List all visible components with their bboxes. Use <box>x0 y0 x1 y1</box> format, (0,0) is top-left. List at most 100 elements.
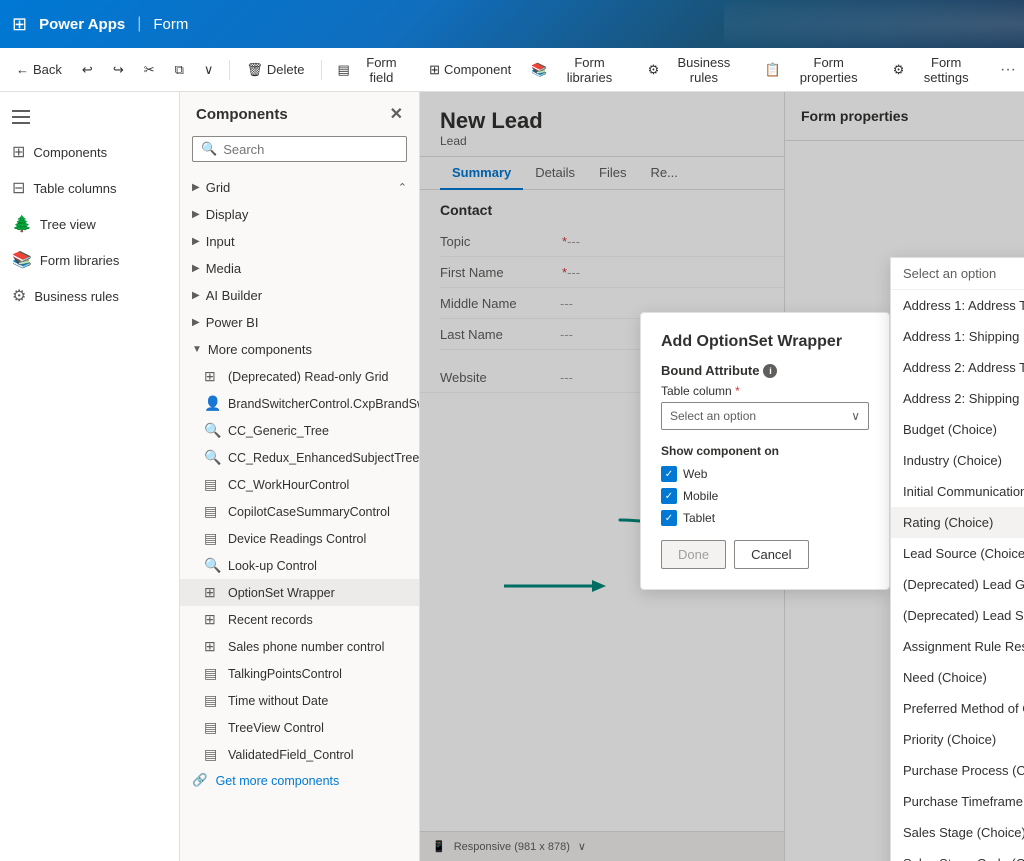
form-libraries-button[interactable]: 📚 Form libraries <box>523 51 635 89</box>
info-icon[interactable]: i <box>763 364 777 378</box>
treeview-icon: ▤ <box>204 719 220 736</box>
group-input[interactable]: ▶ Input <box>180 228 419 255</box>
chevron-down-icon: ▼ <box>192 344 202 355</box>
delete-button[interactable]: 🗑 Delete <box>238 58 312 82</box>
canvas-area: New Lead Lead Summary Details Files Re..… <box>420 92 1024 861</box>
dropdown-item-5[interactable]: Industry (Choice) <box>891 445 1024 476</box>
components-list: ▶ Grid ⌃ ▶ Display ▶ Input ▶ Media ▶ <box>180 170 419 861</box>
undo-button[interactable]: ↩ <box>74 58 101 82</box>
comp-item-talking-points[interactable]: ▤ TalkingPointsControl <box>180 660 419 687</box>
hamburger-menu[interactable] <box>0 100 179 134</box>
checkbox-tablet[interactable]: ✓ Tablet <box>661 510 869 526</box>
dropdown-item-18[interactable]: Sales Stage Code (Choice) <box>891 848 1024 861</box>
dropdown-item-9[interactable]: (Deprecated) Lead Grade (Choice) <box>891 569 1024 600</box>
form-settings-button[interactable]: ⚙ Form settings <box>885 51 992 89</box>
form-field-button[interactable]: ▤ Form field <box>329 51 417 89</box>
dropdown-header: Select an option <box>891 258 1024 290</box>
comp-item-copilot[interactable]: ▤ CopilotCaseSummaryControl <box>180 498 419 525</box>
dropdown-item-1[interactable]: Address 1: Shipping Method (Choice) <box>891 321 1024 352</box>
group-grid[interactable]: ▶ Grid ⌃ <box>180 174 419 201</box>
sidebar-item-components[interactable]: ⊞ Components <box>0 134 179 170</box>
dropdown-item-8[interactable]: Lead Source (Choice) <box>891 538 1024 569</box>
web-checkbox[interactable]: ✓ <box>661 466 677 482</box>
comp-item-optionset-wrapper[interactable]: ⊞ OptionSet Wrapper <box>180 579 419 606</box>
comp-item-validated-field[interactable]: ▤ ValidatedField_Control <box>180 741 419 768</box>
group-more-components[interactable]: ▼ More components <box>180 336 419 363</box>
modal-footer: Done Cancel <box>661 540 869 569</box>
dropdown-item-15[interactable]: Purchase Process (Choice) <box>891 755 1024 786</box>
cancel-button[interactable]: Cancel <box>734 540 808 569</box>
waffle-icon[interactable]: ⊞ <box>12 14 27 35</box>
comp-item-workhour[interactable]: ▤ CC_WorkHourControl <box>180 471 419 498</box>
group-power-bi[interactable]: ▶ Power BI <box>180 309 419 336</box>
dropdown-item-2[interactable]: Address 2: Address Type (Choice) <box>891 352 1024 383</box>
dropdown-item-3[interactable]: Address 2: Shipping Method (Choice) <box>891 383 1024 414</box>
panel-close-button[interactable]: ✕ <box>390 104 403 124</box>
comp-item-time-without-date[interactable]: ▤ Time without Date <box>180 687 419 714</box>
components-icon: ⊞ <box>12 142 25 162</box>
business-rules-button[interactable]: ⚙ Business rules <box>640 51 753 89</box>
comp-item-device-readings[interactable]: ▤ Device Readings Control <box>180 525 419 552</box>
sidebar-item-business-rules[interactable]: ⚙ Business rules <box>0 278 179 314</box>
comp-item-cc-redux[interactable]: 🔍 CC_Redux_EnhancedSubjectTreeVie... <box>180 444 419 471</box>
comp-item-recent-records[interactable]: ⊞ Recent records <box>180 606 419 633</box>
back-button[interactable]: ← Back <box>8 58 70 81</box>
group-ai-builder[interactable]: ▶ AI Builder <box>180 282 419 309</box>
lookup-icon: 🔍 <box>204 557 220 574</box>
search-box: 🔍 <box>192 136 407 162</box>
component-button[interactable]: ⊞ Component <box>421 58 519 82</box>
checkbox-web[interactable]: ✓ Web <box>661 466 869 482</box>
modal-title: Add OptionSet Wrapper <box>661 333 869 351</box>
chevron-right-icon-4: ▶ <box>192 263 200 274</box>
component-icon: ⊞ <box>429 62 440 78</box>
dropdown-item-14[interactable]: Priority (Choice) <box>891 724 1024 755</box>
comp-item-sales-phone[interactable]: ⊞ Sales phone number control <box>180 633 419 660</box>
dropdown-item-6[interactable]: Initial Communication (Choice) <box>891 476 1024 507</box>
tablet-checkbox[interactable]: ✓ <box>661 510 677 526</box>
dropdown-item-10[interactable]: (Deprecated) Lead Score Trend (Choice) <box>891 600 1024 631</box>
search-input[interactable] <box>223 142 399 157</box>
undo-icon: ↩ <box>82 62 93 78</box>
dropdown-item-0[interactable]: Address 1: Address Type (Choice) <box>891 290 1024 321</box>
group-media[interactable]: ▶ Media <box>180 255 419 282</box>
form-properties-button[interactable]: 📋 Form properties <box>756 51 880 89</box>
table-column-select[interactable]: Select an option ∨ <box>661 402 869 430</box>
back-arrow-icon: ← <box>16 62 29 77</box>
comp-item-lookup[interactable]: 🔍 Look-up Control <box>180 552 419 579</box>
group-display[interactable]: ▶ Display <box>180 201 419 228</box>
dropdown-item-7-rating[interactable]: Rating (Choice) <box>891 507 1024 538</box>
comp-item-brand-switcher[interactable]: 👤 BrandSwitcherControl.CxpBrandSwi... <box>180 390 419 417</box>
form-name: Form <box>153 16 188 33</box>
chevron-right-icon-3: ▶ <box>192 236 200 247</box>
libraries-icon: 📚 <box>531 62 547 78</box>
comp-item-deprecated-grid[interactable]: ⊞ (Deprecated) Read-only Grid <box>180 363 419 390</box>
dropdown-item-17[interactable]: Sales Stage (Choice) <box>891 817 1024 848</box>
comp-item-cc-generic-tree[interactable]: 🔍 CC_Generic_Tree <box>180 417 419 444</box>
copy-button[interactable]: ⧉ <box>167 58 192 82</box>
dropdown-item-4[interactable]: Budget (Choice) <box>891 414 1024 445</box>
dropdown-item-11[interactable]: Assignment Rule Result (Choice) <box>891 631 1024 662</box>
checkbox-mobile[interactable]: ✓ Mobile <box>661 488 869 504</box>
redo-icon: ↪ <box>113 62 124 78</box>
chevron-right-icon: ▶ <box>192 182 200 193</box>
more-options-icon[interactable]: ··· <box>1000 61 1016 79</box>
table-column-label: Table column * <box>661 384 869 398</box>
redux-icon: 🔍 <box>204 449 220 466</box>
done-button[interactable]: Done <box>661 540 726 569</box>
mobile-checkbox[interactable]: ✓ <box>661 488 677 504</box>
sidebar-item-table-columns[interactable]: ⊟ Table columns <box>0 170 179 206</box>
talking-icon: ▤ <box>204 665 220 682</box>
sidebar-item-form-libraries[interactable]: 📚 Form libraries <box>0 242 179 278</box>
dropdown-item-16[interactable]: Purchase Timeframe (Choice) <box>891 786 1024 817</box>
get-more-components[interactable]: 🔗 Get more components <box>180 768 419 793</box>
dropdown-item-13[interactable]: Preferred Method of Contact (Choice) <box>891 693 1024 724</box>
add-optionset-modal: Add OptionSet Wrapper Bound Attribute i … <box>640 312 890 590</box>
dropdown-item-12[interactable]: Need (Choice) <box>891 662 1024 693</box>
cut-button[interactable]: ✂ <box>136 58 163 82</box>
comp-item-treeview[interactable]: ▤ TreeView Control <box>180 714 419 741</box>
sidebar-item-tree-view[interactable]: 🌲 Tree view <box>0 206 179 242</box>
more-button[interactable]: ∨ <box>196 58 222 82</box>
redo-button[interactable]: ↪ <box>105 58 132 82</box>
top-bar: ⊞ Power Apps | Form <box>0 0 1024 48</box>
components-panel: Components ✕ 🔍 ▶ Grid ⌃ ▶ Display ▶ Inpu… <box>180 92 420 861</box>
